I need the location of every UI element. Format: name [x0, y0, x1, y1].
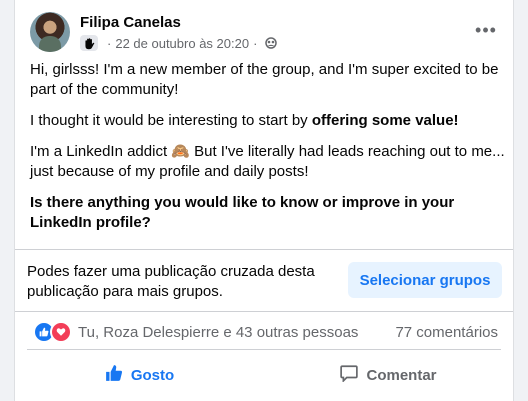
select-groups-button[interactable]: Selecionar grupos [348, 262, 502, 298]
meta-separator: · [107, 35, 112, 51]
comments-count[interactable]: 77 comentários [395, 324, 498, 341]
reaction-names[interactable]: Tu, Roza Delespierre e 43 outras pessoas [78, 324, 358, 341]
divider [15, 249, 513, 250]
post-paragraph-2-bold: offering some value! [311, 112, 459, 129]
post-date[interactable]: 22 de outubro às 20:20 [115, 36, 249, 51]
love-icon [50, 321, 72, 343]
post-actions: Gosto Comentar [15, 356, 513, 394]
like-label: Gosto [130, 366, 175, 384]
more-options-icon[interactable]: ••• [474, 20, 498, 40]
thumbs-up-icon [105, 364, 123, 386]
reactions-summary: Tu, Roza Delespierre e 43 outras pessoas… [33, 321, 498, 343]
comment-bubble-icon [340, 364, 359, 386]
post-paragraph-1: Hi, girlsss! I'm a new member of the gro… [30, 61, 499, 98]
post-meta: · 22 de outubro às 20:20 · [80, 34, 278, 52]
group-audience-icon [265, 37, 278, 49]
crosspost-section: Podes fazer uma publicação cruzada desta… [27, 262, 502, 310]
crosspost-text: Podes fazer uma publicação cruzada desta… [27, 263, 315, 300]
post-card: Filipa Canelas · 22 de outubro às 20:20 … [14, 0, 514, 401]
avatar[interactable] [30, 12, 70, 52]
like-button[interactable]: Gosto [15, 356, 264, 394]
new-member-badge-icon[interactable] [80, 35, 98, 51]
post-paragraph-2-text: I thought it would be interesting to sta… [30, 112, 312, 129]
post-paragraph-4: Is there anything you would like to know… [30, 193, 505, 233]
post-paragraph-3: I'm a LinkedIn addict 🙈 But I've literal… [30, 143, 505, 180]
post-header: Filipa Canelas · 22 de outubro às 20:20 … [30, 12, 498, 54]
comment-button[interactable]: Comentar [264, 356, 513, 394]
author-name[interactable]: Filipa Canelas [80, 14, 181, 31]
divider [27, 349, 501, 350]
comment-label: Comentar [366, 366, 437, 384]
post-paragraph-4-bold: Is there anything you would like to know… [30, 194, 455, 231]
divider [15, 311, 513, 312]
post-paragraph-2: I thought it would be interesting to sta… [30, 111, 505, 131]
reaction-icons[interactable] [33, 321, 72, 343]
post-body: Hi, girlsss! I'm a new member of the gro… [30, 60, 505, 244]
meta-separator-2: · [253, 35, 258, 51]
